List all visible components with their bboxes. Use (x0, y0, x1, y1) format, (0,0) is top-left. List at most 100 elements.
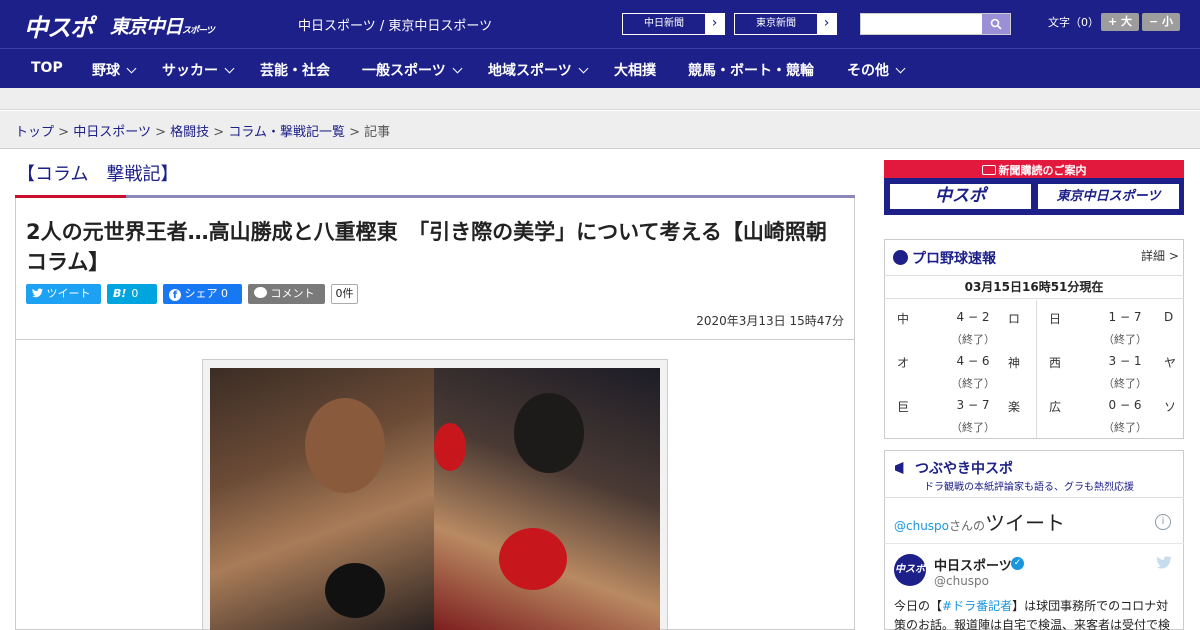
face-shape (305, 398, 385, 493)
facebook-icon: f (169, 289, 181, 301)
breadcrumb-link[interactable]: トップ (15, 125, 54, 140)
newspaper-icon (981, 165, 996, 175)
breadcrumb-current: 記事 (364, 125, 391, 140)
nav-item-racing[interactable]: 競馬・ボート・競輪 (688, 60, 814, 80)
chevron-down-icon (224, 63, 235, 74)
away-team: 楽 (1008, 400, 1021, 414)
tweet-author-name[interactable]: 中日スポーツ (934, 555, 1012, 574)
score: 0 − 6 (1108, 398, 1142, 412)
nav-label: 競馬・ボート・競輪 (688, 63, 814, 79)
section-title: 【コラム 撃戦記】 (17, 164, 179, 185)
game-status: （終了） (951, 421, 995, 434)
tokyo-shimbun-button[interactable]: 東京新聞 › (734, 13, 837, 35)
home-team: 日 (1049, 312, 1062, 326)
publish-date: 2020年3月13日 15時47分 (696, 314, 844, 328)
breadcrumb-link[interactable]: コラム・撃戦記一覧 (228, 125, 345, 140)
nav-item-baseball[interactable]: 野球 (92, 60, 137, 80)
twitter-widget-title-text: つぶやき中スポ (915, 461, 1013, 477)
nav-label: サッカー (162, 63, 218, 79)
nav-item-top[interactable]: TOP (31, 60, 63, 76)
breadcrumb-link[interactable]: 格闘技 (170, 125, 209, 140)
score: 3 − 7 (956, 398, 990, 412)
game-status: （終了） (1103, 377, 1147, 390)
tokyo-chunichi-logo[interactable]: 東京中日スポーツ (110, 12, 215, 39)
chevron-down-icon (126, 63, 137, 74)
megaphone-icon (895, 462, 904, 474)
divider (884, 543, 1184, 544)
tokyo-logo-text: 東京中日 (110, 16, 183, 38)
verified-badge-icon: ✓ (1011, 557, 1024, 570)
tweet-author-handle[interactable]: @chuspo (934, 574, 989, 588)
paper-button-label: 中日新聞 (623, 14, 705, 34)
nav-item-local-sports[interactable]: 地域スポーツ (488, 60, 589, 80)
hashtag-link[interactable]: #ドラ番記者 (942, 599, 1012, 613)
subscribe-chuspo-logo[interactable]: 中スポ (888, 182, 1033, 211)
twitter-bird-icon[interactable] (1156, 556, 1172, 573)
comment-button[interactable]: コメント (248, 284, 325, 304)
handle-suffix: さんの (949, 519, 986, 533)
breadcrumb-separator: > (155, 125, 166, 140)
font-larger-button[interactable]: + 大 (1101, 13, 1139, 31)
nav-item-entertainment[interactable]: 芸能・社会 (260, 60, 330, 80)
twitter-handle-link[interactable]: @chuspo (894, 519, 949, 533)
score: 3 − 1 (1108, 354, 1142, 368)
nav-label: 芸能・社会 (260, 63, 330, 79)
breadcrumb-link[interactable]: 中日スポーツ (73, 125, 151, 140)
breadcrumb-separator: > (58, 125, 70, 140)
away-team: 神 (1008, 356, 1021, 370)
hatena-count: 0 (131, 287, 139, 300)
chevron-down-icon (895, 63, 906, 74)
tweets-word: ツイート (985, 511, 1066, 535)
chevron-right-icon: › (823, 15, 830, 31)
nav-label: TOP (31, 60, 63, 76)
boxer-photo-left (210, 368, 436, 630)
chevron-down-icon (578, 63, 589, 74)
nav-label: 大相撲 (614, 63, 656, 79)
score: 4 − 6 (956, 354, 990, 368)
tweet-button-label: ツイート (46, 287, 91, 300)
search-box (860, 13, 1011, 35)
away-team: ヤ (1164, 356, 1177, 370)
scores-divider (1036, 300, 1037, 438)
home-team: 西 (1049, 356, 1062, 370)
search-input[interactable] (861, 14, 983, 34)
font-smaller-button[interactable]: − 小 (1142, 13, 1180, 31)
score: 4 − 2 (956, 310, 990, 324)
nav-item-sumo[interactable]: 大相撲 (614, 60, 656, 80)
nav-label: 地域スポーツ (488, 63, 572, 79)
site-links[interactable]: 中日スポーツ / 東京中日スポーツ (298, 15, 492, 34)
away-team: D (1164, 310, 1174, 324)
subscription-title-text: 新聞購読のご案内 (998, 164, 1087, 177)
comment-icon (254, 287, 267, 298)
search-icon (990, 18, 1002, 30)
hatena-icon: B! (113, 287, 127, 300)
subscribe-tokyo-logo[interactable]: 東京中日スポーツ (1036, 182, 1181, 211)
nav-item-general-sports[interactable]: 一般スポーツ (362, 60, 463, 80)
boxing-glove (434, 423, 466, 471)
home-team: 広 (1049, 400, 1062, 414)
chuspo-logo[interactable]: 中スポ (24, 8, 94, 43)
comment-count: 0件 (331, 284, 358, 304)
twitter-widget-title: つぶやき中スポ (895, 458, 1013, 478)
avatar[interactable]: 中スポ (894, 554, 926, 586)
score: 1 − 7 (1108, 310, 1142, 324)
game-status: （終了） (1103, 333, 1147, 346)
game-status: （終了） (951, 333, 995, 346)
face-shape (514, 393, 584, 473)
scores-title: プロ野球速報 (893, 248, 996, 268)
boxing-glove (499, 528, 567, 590)
info-icon[interactable]: i (1155, 514, 1171, 530)
search-button[interactable] (982, 14, 1010, 34)
scores-more-link[interactable]: 詳細 > (1141, 247, 1179, 264)
twitter-widget-subtitle: ドラ観戦の本紙評論家も語る、グラも熱烈応援 (924, 482, 1134, 493)
chunichi-shimbun-button[interactable]: 中日新聞 › (622, 13, 725, 35)
nav-item-other[interactable]: その他 (847, 60, 906, 80)
scores-title-text: プロ野球速報 (912, 251, 996, 267)
facebook-share-button[interactable]: f シェア 0 (163, 284, 242, 304)
hatena-bookmark-button[interactable]: B! 0 (107, 284, 157, 304)
twitter-bird-icon (32, 288, 43, 298)
boxer-photo-right (434, 368, 660, 630)
nav-item-soccer[interactable]: サッカー (162, 60, 235, 80)
tweet-text-before: 今日の【 (894, 599, 943, 613)
tweet-button[interactable]: ツイート (26, 284, 101, 304)
